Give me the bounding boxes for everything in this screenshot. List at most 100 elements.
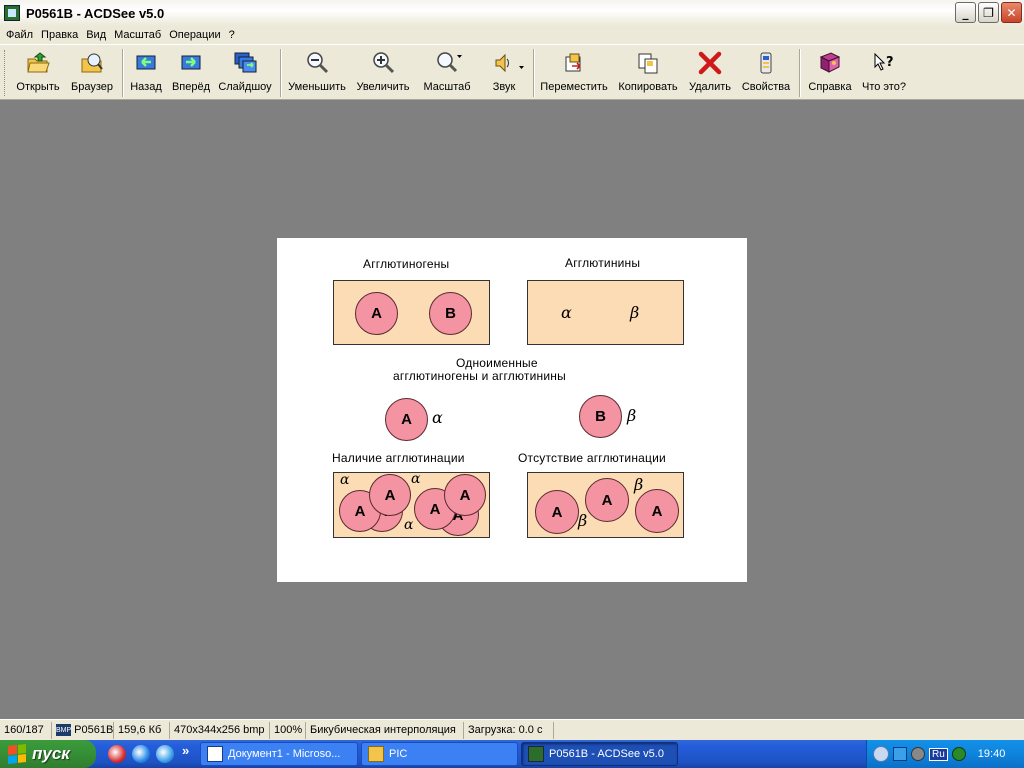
folder-icon <box>368 746 384 762</box>
bug-tray-icon[interactable] <box>951 747 966 761</box>
media-player-quicklaunch-icon[interactable] <box>156 745 174 763</box>
separate-a-cell: A <box>635 489 679 533</box>
browser-button[interactable]: Браузер <box>68 51 116 97</box>
browser-label: Браузер <box>71 81 113 93</box>
toolbar-separator <box>280 49 282 97</box>
zoom-out-icon <box>305 51 329 75</box>
free-beta: β <box>634 475 644 494</box>
move-icon <box>562 51 586 75</box>
open-label: Открыть <box>16 81 60 93</box>
status-bar: 160/187 BMP P0561B 159,6 Кб 470x344x256 … <box>0 719 1024 740</box>
status-position: 160/187 <box>0 721 52 739</box>
menu-zoom[interactable]: Масштаб <box>112 29 167 41</box>
menu-edit[interactable]: Правка <box>39 29 84 41</box>
system-tray: Ru 19:40 <box>866 740 1024 768</box>
status-zoom: 100% <box>270 721 306 739</box>
menu-file[interactable]: Файл <box>4 29 39 41</box>
status-dimensions: 470x344x256 bmp <box>170 721 270 739</box>
clump-alpha: α <box>340 472 350 488</box>
bmp-file-icon: BMP <box>56 724 72 736</box>
maximize-button[interactable]: ❐ <box>978 2 999 23</box>
forward-arrow-icon <box>179 51 203 75</box>
status-filename: P0561B <box>74 724 114 736</box>
whats-this-label: Что это? <box>862 81 906 93</box>
antivirus-tray-icon[interactable] <box>911 747 925 761</box>
task-word-document[interactable]: Документ1 - Microso... <box>200 742 358 766</box>
browser-icon <box>80 51 104 75</box>
toolbar-separator <box>122 49 124 97</box>
free-beta: β <box>578 511 588 530</box>
move-button[interactable]: Переместить <box>540 51 608 97</box>
task-label: P0561B - ACDSee v5.0 <box>549 748 664 760</box>
forward-button[interactable]: Вперёд <box>170 51 212 97</box>
open-button[interactable]: Открыть <box>12 51 64 97</box>
tray-collapse-icon[interactable] <box>873 746 889 762</box>
clumped-a-cell: A <box>369 474 411 516</box>
acdsee-app-icon[interactable] <box>4 5 20 21</box>
start-button[interactable]: пуск <box>0 740 96 768</box>
whats-this-icon: ? <box>872 51 896 75</box>
pair-b-cell: B <box>579 395 622 438</box>
agglutination-present-heading: Наличие агглютинации <box>332 451 465 465</box>
agglutinogen-a-cell: A <box>355 292 398 335</box>
quicklaunch-more[interactable]: » <box>182 743 189 758</box>
copy-button[interactable]: Копировать <box>615 51 681 97</box>
whats-this-button[interactable]: ? Что это? <box>860 51 908 97</box>
delete-label: Удалить <box>689 81 731 93</box>
zoom-in-icon <box>371 51 395 75</box>
agglutination-absent-heading: Отсутствие агглютинации <box>518 451 666 465</box>
back-arrow-icon <box>134 51 158 75</box>
task-acdsee-active[interactable]: P0561B - ACDSee v5.0 <box>521 742 678 766</box>
network-tray-icon[interactable] <box>893 747 907 761</box>
sound-button[interactable]: Звук <box>484 51 524 97</box>
clock[interactable]: 19:40 <box>978 748 1006 760</box>
slideshow-button[interactable]: Слайдшоу <box>217 51 273 97</box>
sound-label: Звук <box>492 81 516 93</box>
status-load-time: Загрузка: 0.0 с <box>464 721 554 739</box>
pair-beta: β <box>627 406 637 425</box>
help-book-icon <box>818 51 842 75</box>
menu-view[interactable]: Вид <box>84 29 112 41</box>
menu-operations[interactable]: Операции <box>167 29 226 41</box>
agglutinins-heading: Агглютинины <box>565 256 641 270</box>
toolbar-separator <box>799 49 801 97</box>
zoom-out-button[interactable]: Уменьшить <box>287 51 347 97</box>
windows-flag-icon <box>8 744 26 764</box>
slideshow-icon <box>233 51 257 75</box>
task-label: Документ1 - Microso... <box>228 748 341 760</box>
pair-alpha: α <box>432 408 443 427</box>
separate-a-cell: A <box>535 490 579 534</box>
toolbar-separator <box>533 49 535 97</box>
pair-a-cell: A <box>385 398 428 441</box>
properties-button[interactable]: Свойства <box>740 51 792 97</box>
clumped-a-cell: A <box>444 474 486 516</box>
close-button[interactable]: ✕ <box>1001 2 1022 23</box>
language-ru-badge[interactable]: Ru <box>929 747 948 761</box>
back-button[interactable]: Назад <box>128 51 164 97</box>
toolbar-grip[interactable] <box>4 50 7 96</box>
agglutinogen-b-cell: B <box>429 292 472 335</box>
acdsee-task-icon <box>528 746 544 762</box>
agglutinogens-box: A B <box>333 280 490 345</box>
help-button[interactable]: Справка <box>806 51 854 97</box>
opera-quicklaunch-icon[interactable] <box>108 745 126 763</box>
zoom-dropdown-button[interactable]: Масштаб <box>422 51 472 97</box>
menu-help[interactable]: ? <box>227 29 241 41</box>
zoom-in-button[interactable]: Увеличить <box>354 51 412 97</box>
copy-label: Копировать <box>618 81 678 93</box>
minimize-button[interactable]: _ <box>955 2 976 23</box>
same-name-caption-line1: Одноименные <box>456 356 538 370</box>
task-pic-folder[interactable]: PIC <box>361 742 518 766</box>
zoom-in-label: Увеличить <box>356 81 410 93</box>
delete-button[interactable]: Удалить <box>687 51 733 97</box>
agglutinogens-heading: Агглютиногены <box>363 257 450 271</box>
help-label: Справка <box>808 81 852 93</box>
zoom-magnifier-icon <box>435 51 462 75</box>
ie-quicklaunch-icon[interactable] <box>132 745 150 763</box>
beta-agglutinin: β <box>630 303 640 322</box>
image-viewer-area[interactable]: Агглютиногены Агглютинины A B α β Одноим… <box>0 101 1024 719</box>
status-interpolation: Бикубическая интерполяция <box>306 721 464 739</box>
open-folder-icon <box>26 51 50 75</box>
status-filename-cell: BMP P0561B <box>52 721 114 739</box>
taskbar: пуск » Документ1 - Microso... PIC P0561B… <box>0 740 1024 768</box>
